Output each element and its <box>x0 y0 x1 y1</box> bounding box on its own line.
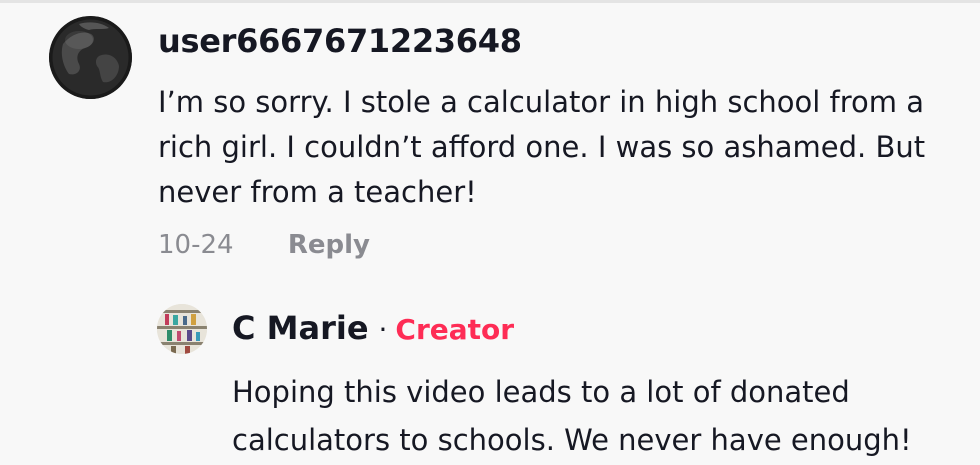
reply-header: C Marie · Creator <box>232 309 514 347</box>
comment-date: 10-24 <box>158 230 234 260</box>
reply-button[interactable]: Reply <box>288 230 370 260</box>
separator-dot: · <box>378 313 388 346</box>
globe-avatar-icon <box>49 16 132 99</box>
user-avatar-icon <box>157 304 207 354</box>
comment-text: I’m so sorry. I stole a calculator in hi… <box>158 85 926 209</box>
creator-badge: Creator <box>395 313 515 346</box>
commenter-username[interactable]: user6667671223648 <box>158 22 522 60</box>
creator-username[interactable]: C Marie <box>232 309 369 347</box>
creator-avatar[interactable] <box>157 304 207 354</box>
top-divider <box>0 0 980 3</box>
commenter-avatar[interactable] <box>49 16 132 99</box>
comment-meta: 10-24 Reply <box>158 230 370 260</box>
reply-text: Hoping this video leads to a lot of dona… <box>232 375 912 457</box>
